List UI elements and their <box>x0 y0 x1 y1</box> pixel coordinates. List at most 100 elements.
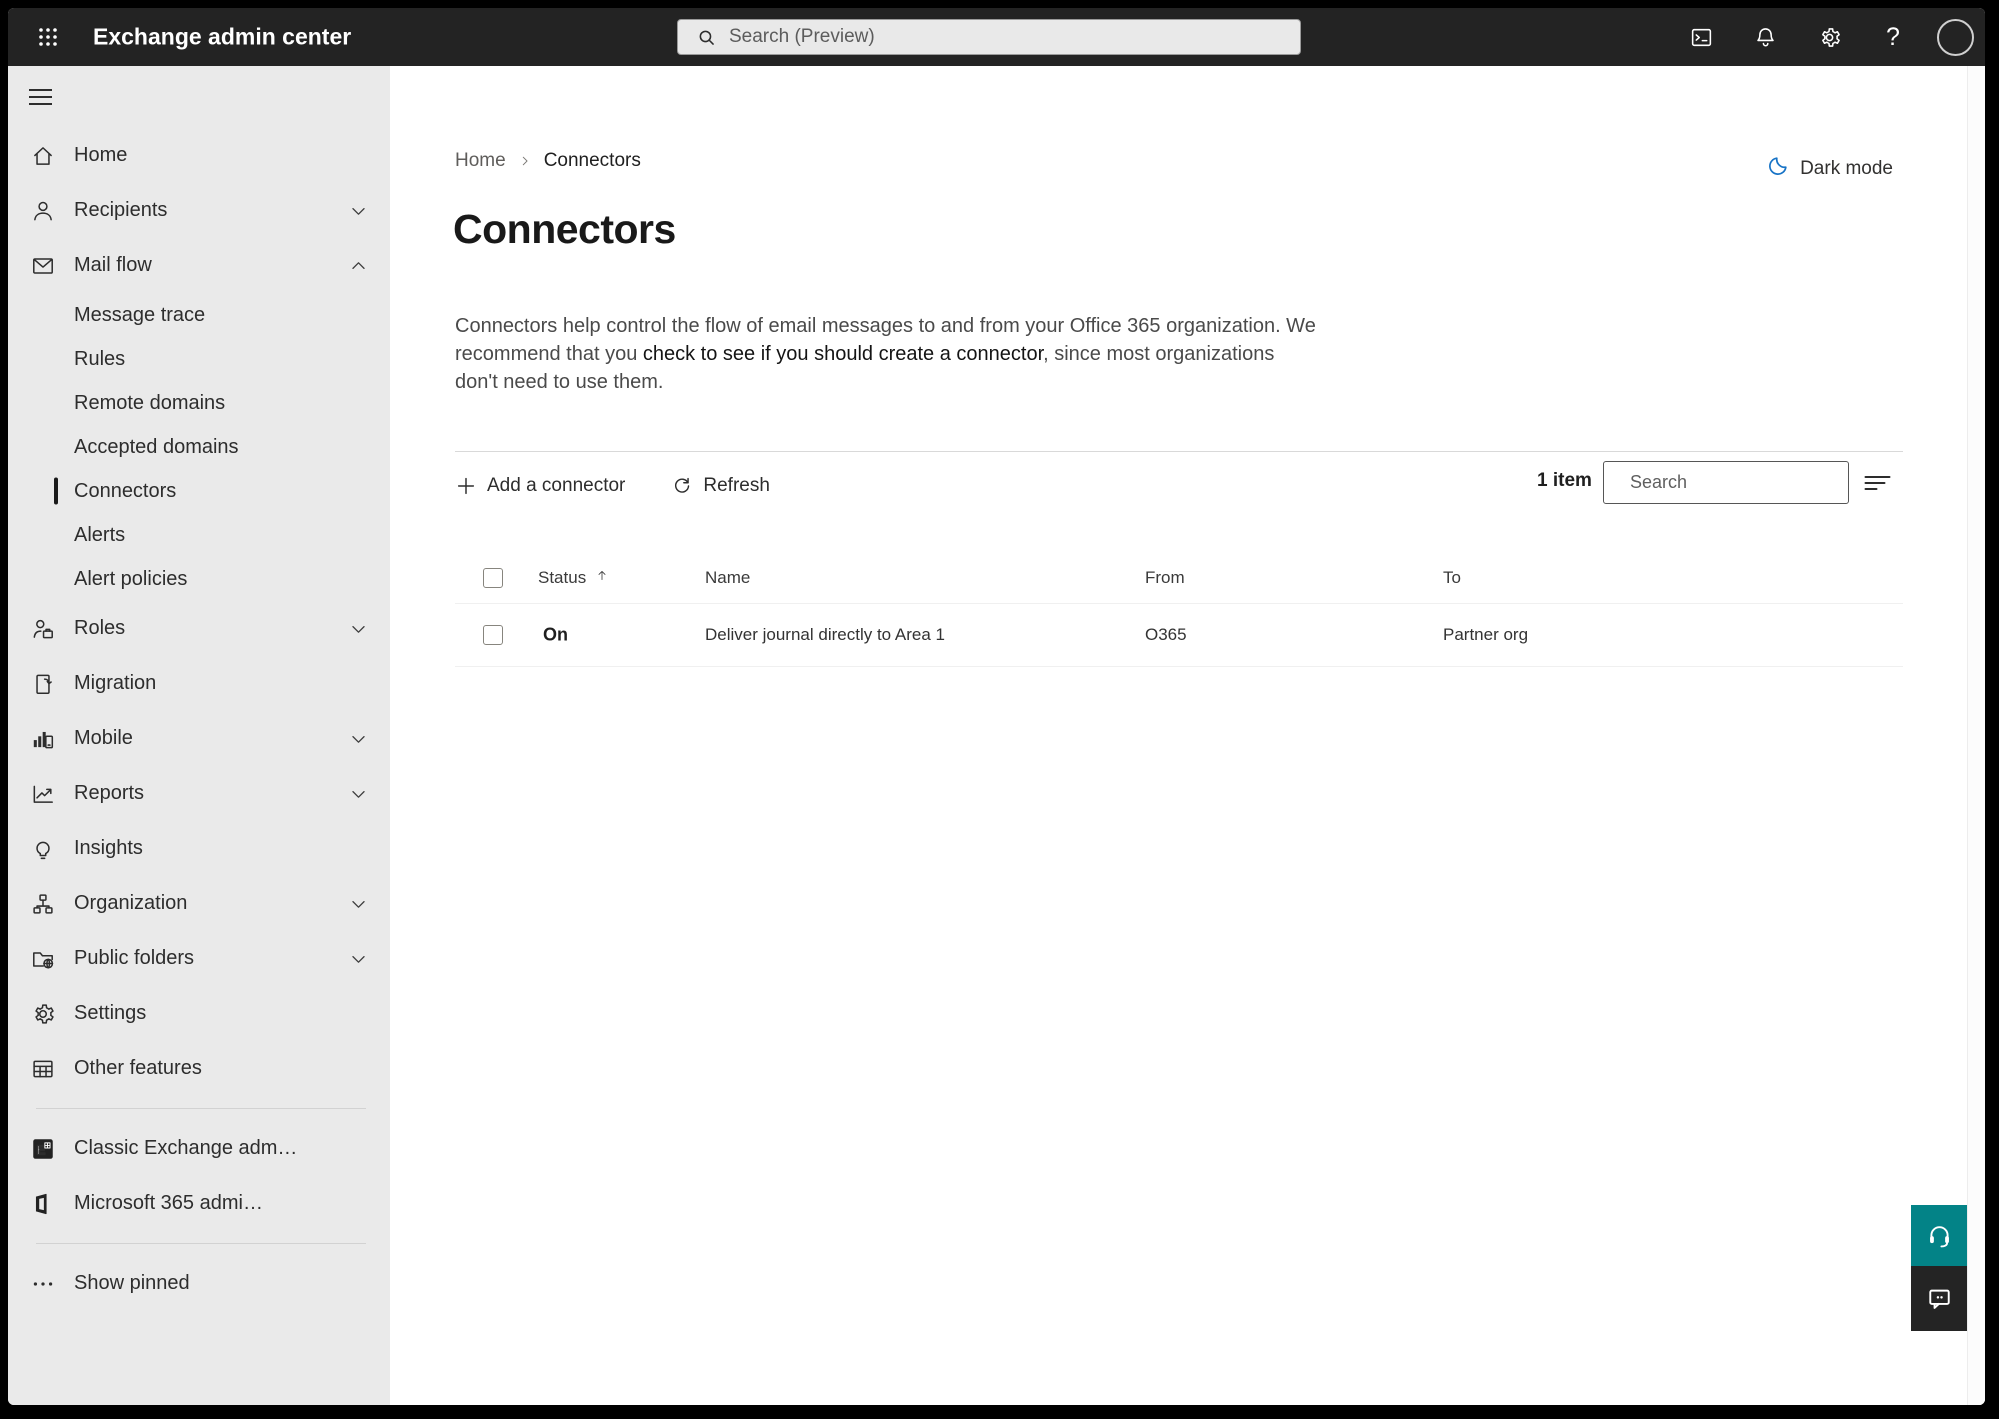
topbar-actions: ? <box>1681 8 1974 66</box>
column-header-label: Status <box>538 567 587 587</box>
list-search-input[interactable] <box>1630 462 1862 503</box>
dark-mode-label: Dark mode <box>1800 158 1893 179</box>
settings-button[interactable] <box>1809 17 1849 57</box>
help-button[interactable]: ? <box>1873 17 1913 57</box>
column-header-to[interactable]: To <box>1443 568 1461 588</box>
breadcrumb-home-link[interactable]: Home <box>455 150 506 172</box>
filter-icon <box>1864 476 1890 490</box>
connectors-table: Status Name From To On Deliver journal d… <box>455 552 1903 667</box>
table-grid-icon <box>30 1056 56 1082</box>
home-icon <box>30 143 56 169</box>
sidebar-item-message-trace[interactable]: Message trace <box>8 293 390 337</box>
headset-icon <box>1929 1226 1949 1248</box>
mobile-icon <box>30 726 56 752</box>
sidebar-item-label: Connectors <box>74 479 177 502</box>
select-all-checkbox[interactable] <box>483 567 503 588</box>
sidebar-item-recipients[interactable]: Recipients <box>8 183 390 238</box>
sidebar-item-label: Insights <box>74 837 143 859</box>
sidebar-item-other-features[interactable]: Other features <box>8 1041 390 1096</box>
app-window: Exchange admin center Search (Preview) ?… <box>8 8 1985 1405</box>
filter-button[interactable] <box>1858 465 1896 501</box>
sidebar-item-label: Alert policies <box>74 567 188 590</box>
sidebar-item-label: Home <box>74 144 128 166</box>
sidebar-item-reports[interactable]: Reports <box>8 766 390 821</box>
global-search-box[interactable] <box>677 19 1301 55</box>
breadcrumb-current: Connectors <box>543 150 641 171</box>
page-description: Connectors help control the flow of emai… <box>455 312 1317 396</box>
list-toolbar: Add a connector Refresh <box>447 462 778 510</box>
item-count: 1 item <box>1537 470 1592 491</box>
description-link-text[interactable]: check to see if you should create a conn… <box>643 343 1043 365</box>
mail-icon <box>30 253 56 279</box>
breadcrumb: Home Connectors <box>455 150 641 172</box>
column-header-name[interactable]: Name <box>705 568 750 588</box>
app-title: Exchange admin center <box>93 23 352 50</box>
add-connector-button[interactable]: Add a connector <box>447 469 633 503</box>
sidebar-item-classic-exchange-admin[interactable]: E Classic Exchange adm… <box>8 1121 390 1176</box>
main-content: Home Connectors Dark mode Connectors Con… <box>390 66 1985 1405</box>
chevron-down-icon <box>349 201 368 220</box>
column-header-from[interactable]: From <box>1145 568 1185 588</box>
sidebar-item-alert-policies[interactable]: Alert policies <box>8 557 390 601</box>
collapse-nav-button[interactable] <box>8 66 390 128</box>
sidebar-item-label: Reports <box>74 782 145 804</box>
top-bar: Exchange admin center Search (Preview) ? <box>8 8 1985 66</box>
sidebar-item-connectors[interactable]: Connectors <box>8 469 390 513</box>
sidebar-item-remote-domains[interactable]: Remote domains <box>8 381 390 425</box>
roles-icon <box>30 616 56 642</box>
sidebar-item-label: Accepted domains <box>74 435 239 458</box>
waffle-menu-icon <box>39 28 57 46</box>
sidebar-item-label: Recipients <box>74 199 168 221</box>
migration-icon <box>30 671 56 697</box>
exchange-logo-icon: E <box>30 1136 56 1162</box>
sidebar-item-rules[interactable]: Rules <box>8 337 390 381</box>
add-connector-label: Add a connector <box>487 475 626 496</box>
sidebar-item-mail-flow[interactable]: Mail flow <box>8 238 390 293</box>
avatar[interactable] <box>1937 18 1974 56</box>
column-header-status[interactable]: Status <box>538 567 609 589</box>
sidebar-item-accepted-domains[interactable]: Accepted domains <box>8 425 390 469</box>
sidebar-item-organization[interactable]: Organization <box>8 876 390 931</box>
sidebar-nav: Home Recipients Mail flow Message trace … <box>8 66 390 1405</box>
sidebar-item-microsoft-365-admin[interactable]: Microsoft 365 admi… <box>8 1176 390 1231</box>
sidebar-item-label: Message trace <box>74 303 206 326</box>
refresh-button[interactable]: Refresh <box>663 469 778 503</box>
cell-name[interactable]: Deliver journal directly to Area 1 <box>705 625 945 645</box>
chevron-down-icon <box>349 619 368 638</box>
sidebar-item-label: Rules <box>74 347 126 370</box>
sidebar-item-home[interactable]: Home <box>8 128 390 183</box>
sidebar-divider <box>36 1108 366 1109</box>
sidebar-item-settings[interactable]: Settings <box>8 986 390 1041</box>
feedback-button[interactable] <box>1911 1266 1967 1331</box>
table-row[interactable]: On Deliver journal directly to Area 1 O3… <box>455 604 1903 666</box>
sidebar-item-mobile[interactable]: Mobile <box>8 711 390 766</box>
sidebar-item-public-folders[interactable]: Public folders <box>8 931 390 986</box>
sidebar-item-migration[interactable]: Migration <box>8 656 390 711</box>
microsoft365-logo-icon <box>30 1191 56 1217</box>
support-button[interactable] <box>1911 1205 1967 1266</box>
sidebar-item-label: Microsoft 365 admi… <box>74 1192 263 1214</box>
list-search-box[interactable] <box>1603 461 1862 504</box>
cell-status: On <box>543 624 568 645</box>
row-checkbox[interactable] <box>483 625 503 645</box>
table-header-row: Status Name From To <box>455 552 1903 603</box>
cell-to: Partner org <box>1443 625 1529 644</box>
terminal-button[interactable] <box>1681 17 1721 57</box>
sidebar-item-label: Classic Exchange adm… <box>74 1137 298 1159</box>
lightbulb-icon <box>30 836 56 862</box>
sidebar-item-insights[interactable]: Insights <box>8 821 390 876</box>
app-launcher-button[interactable] <box>28 17 68 57</box>
notifications-button[interactable] <box>1745 17 1785 57</box>
gear-icon <box>1821 27 1840 47</box>
dark-mode-toggle[interactable]: Dark mode <box>1766 154 1893 184</box>
sidebar-item-show-pinned[interactable]: Show pinned <box>8 1256 390 1311</box>
scrollbar[interactable] <box>1967 66 1985 1405</box>
sidebar-item-alerts[interactable]: Alerts <box>8 513 390 557</box>
global-search-input[interactable] <box>729 20 1300 54</box>
chevron-up-icon <box>349 256 368 275</box>
sidebar-item-roles[interactable]: Roles <box>8 601 390 656</box>
person-icon <box>30 198 56 224</box>
terminal-icon <box>1691 28 1711 46</box>
search-icon <box>699 30 714 45</box>
toolbar-divider <box>455 451 1903 452</box>
